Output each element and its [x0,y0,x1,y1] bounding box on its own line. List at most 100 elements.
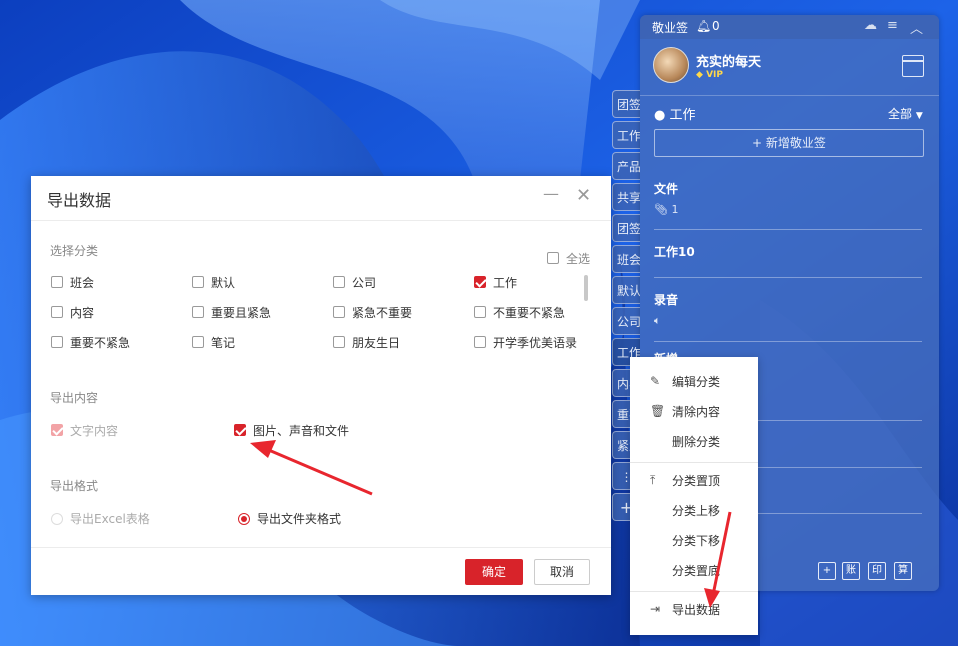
notify-count: 0 [712,19,720,33]
divider [654,341,922,342]
menu-delete-category[interactable]: 删除分类 [630,429,758,455]
menu-item-label: 导出数据 [672,603,721,617]
checkbox-box [547,252,559,264]
checkbox-label: 班会 [70,276,95,290]
side-tab[interactable]: 共享 [612,183,640,211]
checkbox-box [333,336,345,348]
confirm-button[interactable]: 确定 [465,559,523,585]
menu-separator [630,591,758,592]
calc-button[interactable]: 算 [894,562,912,580]
checkbox-disabled [51,424,63,436]
menu-item-label: 清除内容 [672,405,721,419]
side-tab[interactable]: 团签 [612,214,640,242]
avatar[interactable] [653,47,689,83]
select-category-label: 选择分类 [50,244,99,258]
menu-item-label: 分类上移 [672,504,721,518]
side-tab[interactable]: 默认 [612,276,640,304]
checkbox-box [51,276,63,288]
checkbox-box [474,306,486,318]
checkbox-box [51,336,63,348]
menu-clear-content[interactable]: 🗑 清除内容 [630,399,758,425]
checkbox-box [192,276,204,288]
collapse-icon[interactable]: ︿ [910,18,923,37]
menu-item-label: 删除分类 [672,435,721,449]
category-title: ● 工作 [654,108,696,123]
export-content-label: 导出内容 [50,391,99,405]
checkbox-label: 开学季优美语录 [493,336,578,350]
side-tab[interactable]: 班会 [612,245,640,273]
checkbox-checked [234,424,246,436]
calendar-icon[interactable] [902,55,924,77]
checkbox-label: 重要且紧急 [211,306,272,320]
checkbox-label: 内容 [70,306,95,320]
bell-icon[interactable]: 🔔︎ [696,19,711,33]
side-tab[interactable]: 工作 [612,121,640,149]
menu-icon[interactable]: ≡ [887,18,898,33]
trash-icon: 🗑 [650,404,666,418]
checkbox-label: 默认 [211,276,236,290]
category-scrollbar[interactable] [584,275,588,301]
radio-label: 导出文件夹格式 [257,512,342,526]
checkbox-box [192,336,204,348]
checkbox-label: 工作 [493,276,518,290]
print-button[interactable]: 印 [868,562,886,580]
dialog-title: 导出数据 [47,191,112,210]
menu-item-label: 编辑分类 [672,375,721,389]
speaker-icon: 🔈︎ [654,314,661,327]
title-bar: 敬业签 🔔︎ 0 ☁ ≡ ︿ [640,15,939,39]
checkbox-label: 笔记 [211,336,236,350]
cancel-button[interactable]: 取消 [534,559,590,585]
menu-export-data[interactable]: ⇥ 导出数据 [630,597,758,623]
checkbox-checked [474,276,486,288]
note-title: 工作10 [654,245,695,259]
paperclip-icon: 📎︎ [654,203,668,216]
chevron-down-icon: ▼ [915,111,923,121]
checkbox-label: 文字内容 [70,424,119,438]
cloud-icon[interactable]: ☁ [864,18,877,33]
divider [654,229,922,230]
menu-edit-category[interactable]: ✎ 编辑分类 [630,369,758,395]
note-item[interactable]: 工作10 [654,243,922,260]
checkbox-label: 重要不紧急 [70,336,131,350]
divider [654,277,922,278]
context-menu: ✎ 编辑分类 🗑 清除内容 删除分类 ⤒ 分类置顶 分类上移 分类下移 分类置底… [630,357,758,635]
checkbox-box [192,306,204,318]
menu-item-label: 分类置底 [672,564,721,578]
add-note-button[interactable]: + 新增敬业签 [654,129,924,157]
export-icon: ⇥ [650,602,661,616]
checkbox-label: 朋友生日 [352,336,401,350]
radio-dot-selected [238,513,250,525]
vip-badge: ◆ VIP [696,70,723,80]
divider [640,95,939,96]
menu-move-down[interactable]: 分类下移 [630,528,758,554]
edit-icon: ✎ [650,374,661,388]
menu-pin-top[interactable]: ⤒ 分类置顶 [630,468,758,494]
checkbox-label: 紧急不重要 [352,306,413,320]
minimize-icon[interactable]: — [543,184,559,203]
close-icon[interactable]: ✕ [576,185,591,206]
checkbox-box [51,306,63,318]
side-tab[interactable]: 公司 [612,307,640,335]
account-button[interactable]: 账 [842,562,860,580]
attachment-count: 📎︎ 1 [654,203,922,216]
menu-item-label: 分类置顶 [672,474,721,488]
radio-dot [51,513,63,525]
note-title: 录音 [654,293,679,307]
menu-pin-bottom[interactable]: 分类置底 [630,558,758,584]
add-button[interactable]: + [818,562,836,580]
note-item[interactable]: 录音 🔈︎ [654,291,922,328]
checkbox-box [474,336,486,348]
menu-move-up[interactable]: 分类上移 [630,498,758,524]
checkbox-label: 公司 [352,276,377,290]
filter-dropdown[interactable]: 全部 ▼ [888,105,923,122]
vip-label: VIP [706,70,723,80]
pin-top-icon: ⤒ [650,473,656,487]
note-item[interactable]: 文件 📎︎ 1 [654,180,922,216]
checkbox-label: 图片、声音和文件 [253,424,350,438]
side-tab[interactable]: 团签 [612,90,640,118]
checkbox-box [333,306,345,318]
select-all-label: 全选 [566,252,591,266]
divider [31,547,611,548]
side-tab[interactable]: 产品 [612,152,640,180]
menu-separator [630,462,758,463]
